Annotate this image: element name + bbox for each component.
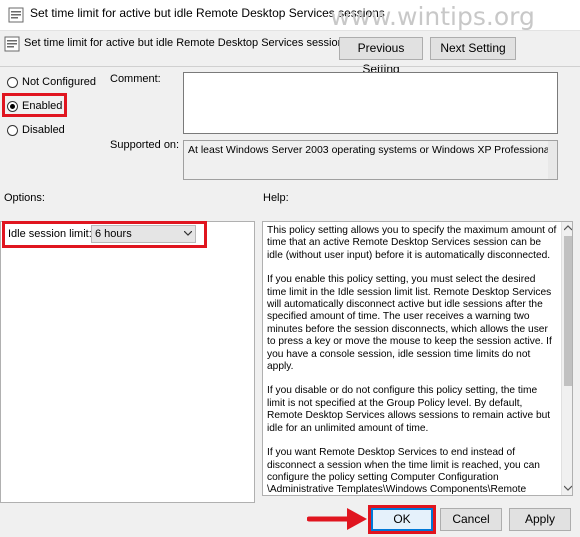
apply-button[interactable]: Apply [509,508,571,531]
arrow-pointer-icon [307,508,367,530]
supported-on-field: At least Windows Server 2003 operating s… [183,140,558,180]
previous-setting-button[interactable]: Previous Setting [339,37,423,76]
supported-on-value: At least Windows Server 2003 operating s… [188,144,552,156]
help-paragraph: If you want Remote Desktop Services to e… [267,447,540,496]
radio-not-configured[interactable]: Not Configured [7,76,96,88]
policy-icon [8,7,24,23]
options-label: Options: [4,192,45,204]
help-paragraph: This policy setting allows you to specif… [267,225,557,261]
highlight-box-enabled [2,93,67,117]
radio-circle[interactable] [7,124,18,136]
next-setting-button[interactable]: Next Setting [430,37,516,60]
radio-label: Not Configured [22,76,96,88]
setting-name: Set time limit for active but idle Remot… [24,37,350,49]
help-panel: This policy setting allows you to specif… [262,221,573,496]
scroll-up-icon[interactable] [564,225,572,231]
title-bar: Set time limit for active but idle Remot… [0,0,580,31]
supported-on-label: Supported on: [110,139,180,151]
scrollbar-thumb[interactable] [564,236,572,386]
options-panel [0,221,255,503]
setting-icon [4,36,20,52]
radio-disabled[interactable]: Disabled [7,124,65,136]
radio-circle[interactable] [7,76,18,88]
help-text: This policy setting allows you to specif… [263,222,561,496]
radio-label: Disabled [22,124,65,136]
divider [0,66,580,67]
cancel-button[interactable]: Cancel [440,508,502,531]
comment-field[interactable] [183,72,558,134]
help-paragraph: If you enable this policy setting, you m… [267,274,552,373]
comment-label: Comment: [110,73,161,85]
highlight-box-idle-limit [2,221,207,248]
help-scrollbar[interactable] [561,222,572,495]
help-paragraph: If you disable or do not configure this … [267,385,551,434]
watermark: www.wintips.org [330,2,535,31]
help-label: Help: [263,192,289,204]
supported-scrollbar[interactable] [548,141,557,179]
scroll-down-icon[interactable] [564,485,572,491]
highlight-box-ok [368,505,436,534]
